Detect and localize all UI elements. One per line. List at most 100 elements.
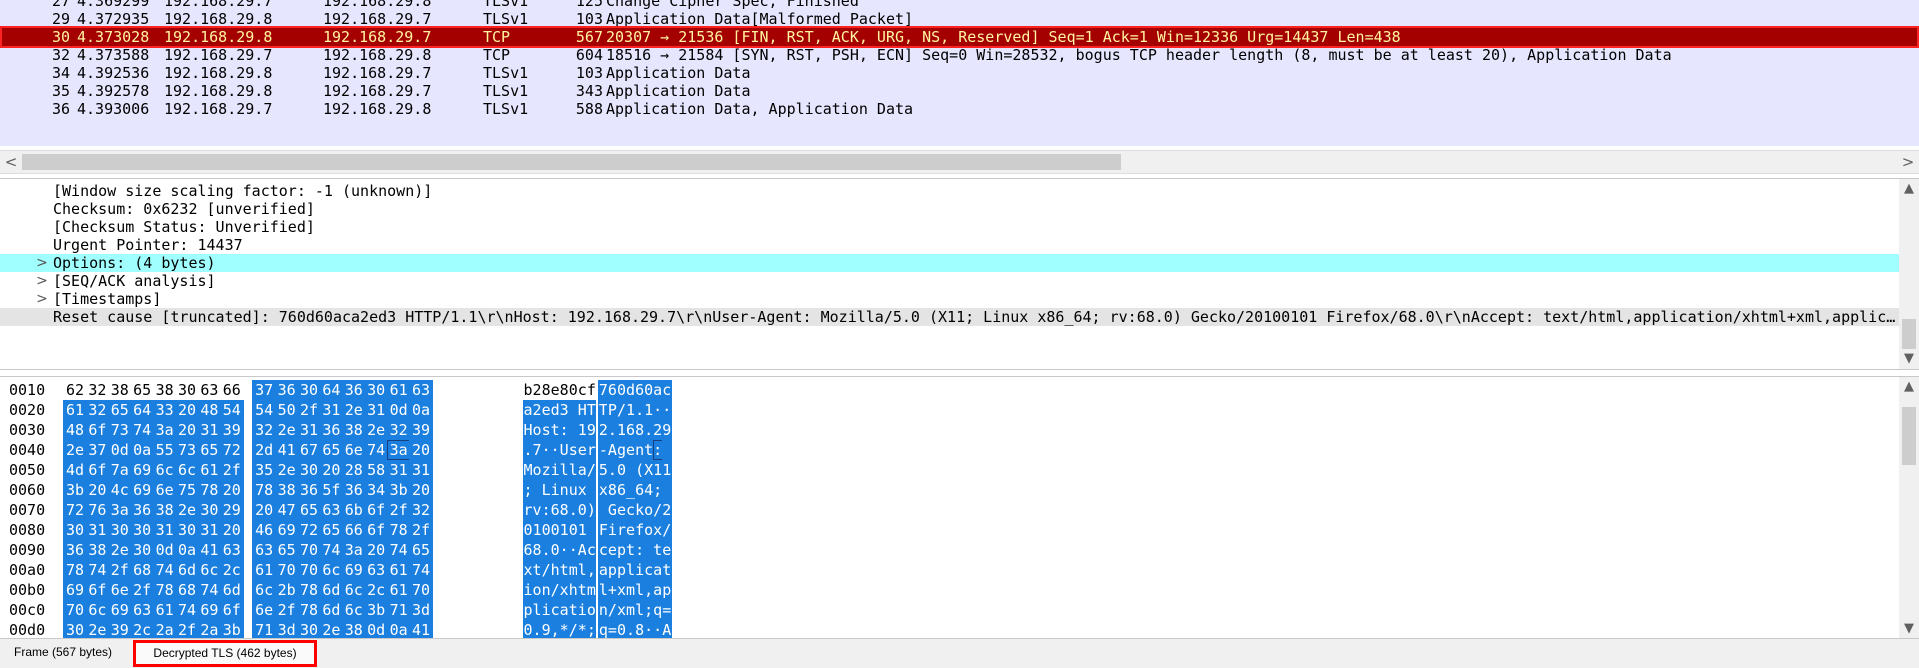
scroll-left-icon[interactable]: <	[0, 151, 22, 173]
hex-byte[interactable]: 58	[364, 460, 389, 480]
hex-byte[interactable]: 50	[274, 400, 299, 420]
hex-byte[interactable]: 30	[130, 540, 155, 560]
hex-byte[interactable]: 73	[175, 440, 199, 460]
hex-byte[interactable]: 36	[63, 540, 87, 560]
hex-byte[interactable]: 70	[274, 560, 299, 580]
hex-byte[interactable]: 0a	[386, 620, 411, 639]
expand-chevron-icon[interactable]: >	[34, 290, 50, 308]
hex-byte[interactable]: 38	[108, 380, 132, 400]
hex-byte[interactable]: 6e	[107, 580, 132, 600]
ascii-char[interactable]: ·	[661, 400, 672, 420]
hex-byte[interactable]: 67	[297, 440, 321, 460]
hex-byte[interactable]: 65	[409, 540, 433, 560]
hex-byte[interactable]: 54	[252, 400, 277, 420]
hex-byte[interactable]: 65	[319, 520, 344, 540]
hex-byte[interactable]: 3b	[386, 480, 411, 500]
hex-byte[interactable]: 30	[364, 380, 389, 400]
hex-byte[interactable]: 6c	[152, 460, 177, 480]
hex-byte[interactable]: 3b	[63, 480, 87, 500]
hex-byte[interactable]: 7a	[107, 460, 132, 480]
hex-byte[interactable]: 6d	[219, 580, 244, 600]
expand-chevron-icon[interactable]: >	[34, 272, 50, 290]
hex-byte[interactable]: 29	[219, 500, 244, 520]
packet-row[interactable]: 27 4.369299 192.168.29.7 192.168.29.8 TLSv1 1…	[0, 0, 1919, 10]
ascii-char[interactable]: A	[661, 620, 672, 639]
hex-byte[interactable]: 32	[386, 420, 411, 440]
hex-byte[interactable]: 65	[107, 400, 132, 420]
hex-byte[interactable]: 36	[274, 380, 299, 400]
hex-byte[interactable]: 72	[63, 500, 87, 520]
hex-byte[interactable]: 78	[63, 560, 87, 580]
hex-byte[interactable]: 20	[175, 420, 199, 440]
hex-byte[interactable]: 41	[197, 540, 222, 560]
hex-byte[interactable]: 74	[319, 540, 344, 560]
hex-byte[interactable]: 28	[341, 460, 366, 480]
ascii-char[interactable]: T	[586, 400, 597, 420]
hex-byte[interactable]: 55	[152, 440, 177, 460]
hex-byte[interactable]: 36	[297, 480, 321, 500]
hex-byte[interactable]: 64	[130, 400, 155, 420]
packet-bytes-pane[interactable]: 0010 62 32 38 65 38 30 63 66 37 36 30 64 36 30 61 63 b 2 8 e…	[0, 376, 1919, 639]
hex-byte[interactable]: 30	[297, 620, 321, 639]
hex-byte[interactable]: 75	[175, 480, 199, 500]
hex-byte[interactable]: 2e	[274, 420, 299, 440]
hex-byte[interactable]: 74	[152, 560, 177, 580]
hex-byte[interactable]: 30	[297, 460, 321, 480]
detail-row[interactable]: Reset cause [truncated]: 760d60aca2ed3 H…	[0, 308, 1899, 326]
hex-byte[interactable]: 32	[85, 400, 110, 420]
ascii-char[interactable]: c	[661, 380, 672, 400]
packet-row-selected[interactable]: 30 4.373028 192.168.29.8 192.168.29.7 TCP 567…	[0, 26, 1919, 48]
hex-byte[interactable]: 2e	[107, 540, 132, 560]
hex-byte[interactable]: 31	[409, 460, 433, 480]
hex-byte[interactable]: 30	[175, 380, 199, 400]
hex-byte[interactable]: 65	[274, 540, 299, 560]
hex-byte[interactable]: 63	[219, 540, 244, 560]
hex-byte[interactable]: 4c	[107, 480, 132, 500]
scroll-up-icon[interactable]: ▲	[1899, 179, 1919, 199]
hex-byte[interactable]: 6d	[175, 560, 199, 580]
hex-byte[interactable]: 30	[63, 520, 87, 540]
ascii-char[interactable]	[661, 480, 672, 500]
hscroll-thumb[interactable]	[22, 154, 1121, 170]
hex-byte[interactable]: 20	[219, 480, 244, 500]
hex-byte[interactable]: 63	[364, 560, 389, 580]
scroll-right-icon[interactable]: >	[1897, 151, 1919, 173]
hex-byte[interactable]: 36	[341, 480, 366, 500]
hex-byte[interactable]: 39	[409, 420, 433, 440]
detail-row[interactable]: > [Timestamps]	[0, 290, 1899, 308]
packet-row[interactable]: 34 4.392536 192.168.29.8 192.168.29.7 TLSv1 1…	[0, 64, 1919, 82]
hex-byte[interactable]: 78	[297, 600, 321, 620]
hex-byte[interactable]: 2f	[386, 500, 411, 520]
hex-byte[interactable]: 65	[319, 440, 344, 460]
hex-byte[interactable]: 63	[319, 500, 344, 520]
hex-byte[interactable]: 69	[63, 580, 87, 600]
hex-byte[interactable]: 6c	[319, 560, 344, 580]
hex-byte[interactable]: 76	[85, 500, 110, 520]
tab-frame-bytes[interactable]: Frame (567 bytes)	[4, 642, 122, 663]
hex-byte[interactable]: 66	[341, 520, 366, 540]
hex-byte[interactable]: 78	[197, 480, 222, 500]
hex-byte[interactable]: 4d	[63, 460, 87, 480]
hex-byte[interactable]: 30	[107, 520, 132, 540]
hex-byte[interactable]: 2a	[197, 620, 222, 639]
hex-byte[interactable]: 61	[152, 600, 177, 620]
ascii-char[interactable]: e	[661, 540, 672, 560]
hex-byte[interactable]: 32	[409, 500, 433, 520]
ascii-char[interactable]: /	[661, 520, 672, 540]
packet-row[interactable]: 36 4.393006 192.168.29.7 192.168.29.8 TLSv1 5…	[0, 100, 1919, 118]
hex-byte[interactable]: 68	[130, 560, 155, 580]
hex-byte[interactable]: 48	[63, 420, 87, 440]
ascii-char[interactable]: m	[586, 580, 597, 600]
hex-byte[interactable]: 69	[197, 600, 222, 620]
bytes-vscroll-thumb[interactable]	[1902, 407, 1916, 465]
hex-byte[interactable]: 2e	[274, 460, 299, 480]
hex-byte[interactable]: 73	[107, 420, 132, 440]
hex-byte[interactable]: 78	[386, 520, 411, 540]
hex-byte[interactable]: 20	[219, 520, 244, 540]
hex-byte[interactable]: 2b	[274, 580, 299, 600]
ascii-char[interactable]: p	[661, 580, 672, 600]
packet-list[interactable]: 27 4.369299 192.168.29.7 192.168.29.8 TLSv1 1…	[0, 0, 1919, 146]
hex-byte[interactable]: 0a	[175, 540, 199, 560]
hex-byte[interactable]: 31	[319, 400, 344, 420]
hex-byte[interactable]: 37	[252, 380, 277, 400]
